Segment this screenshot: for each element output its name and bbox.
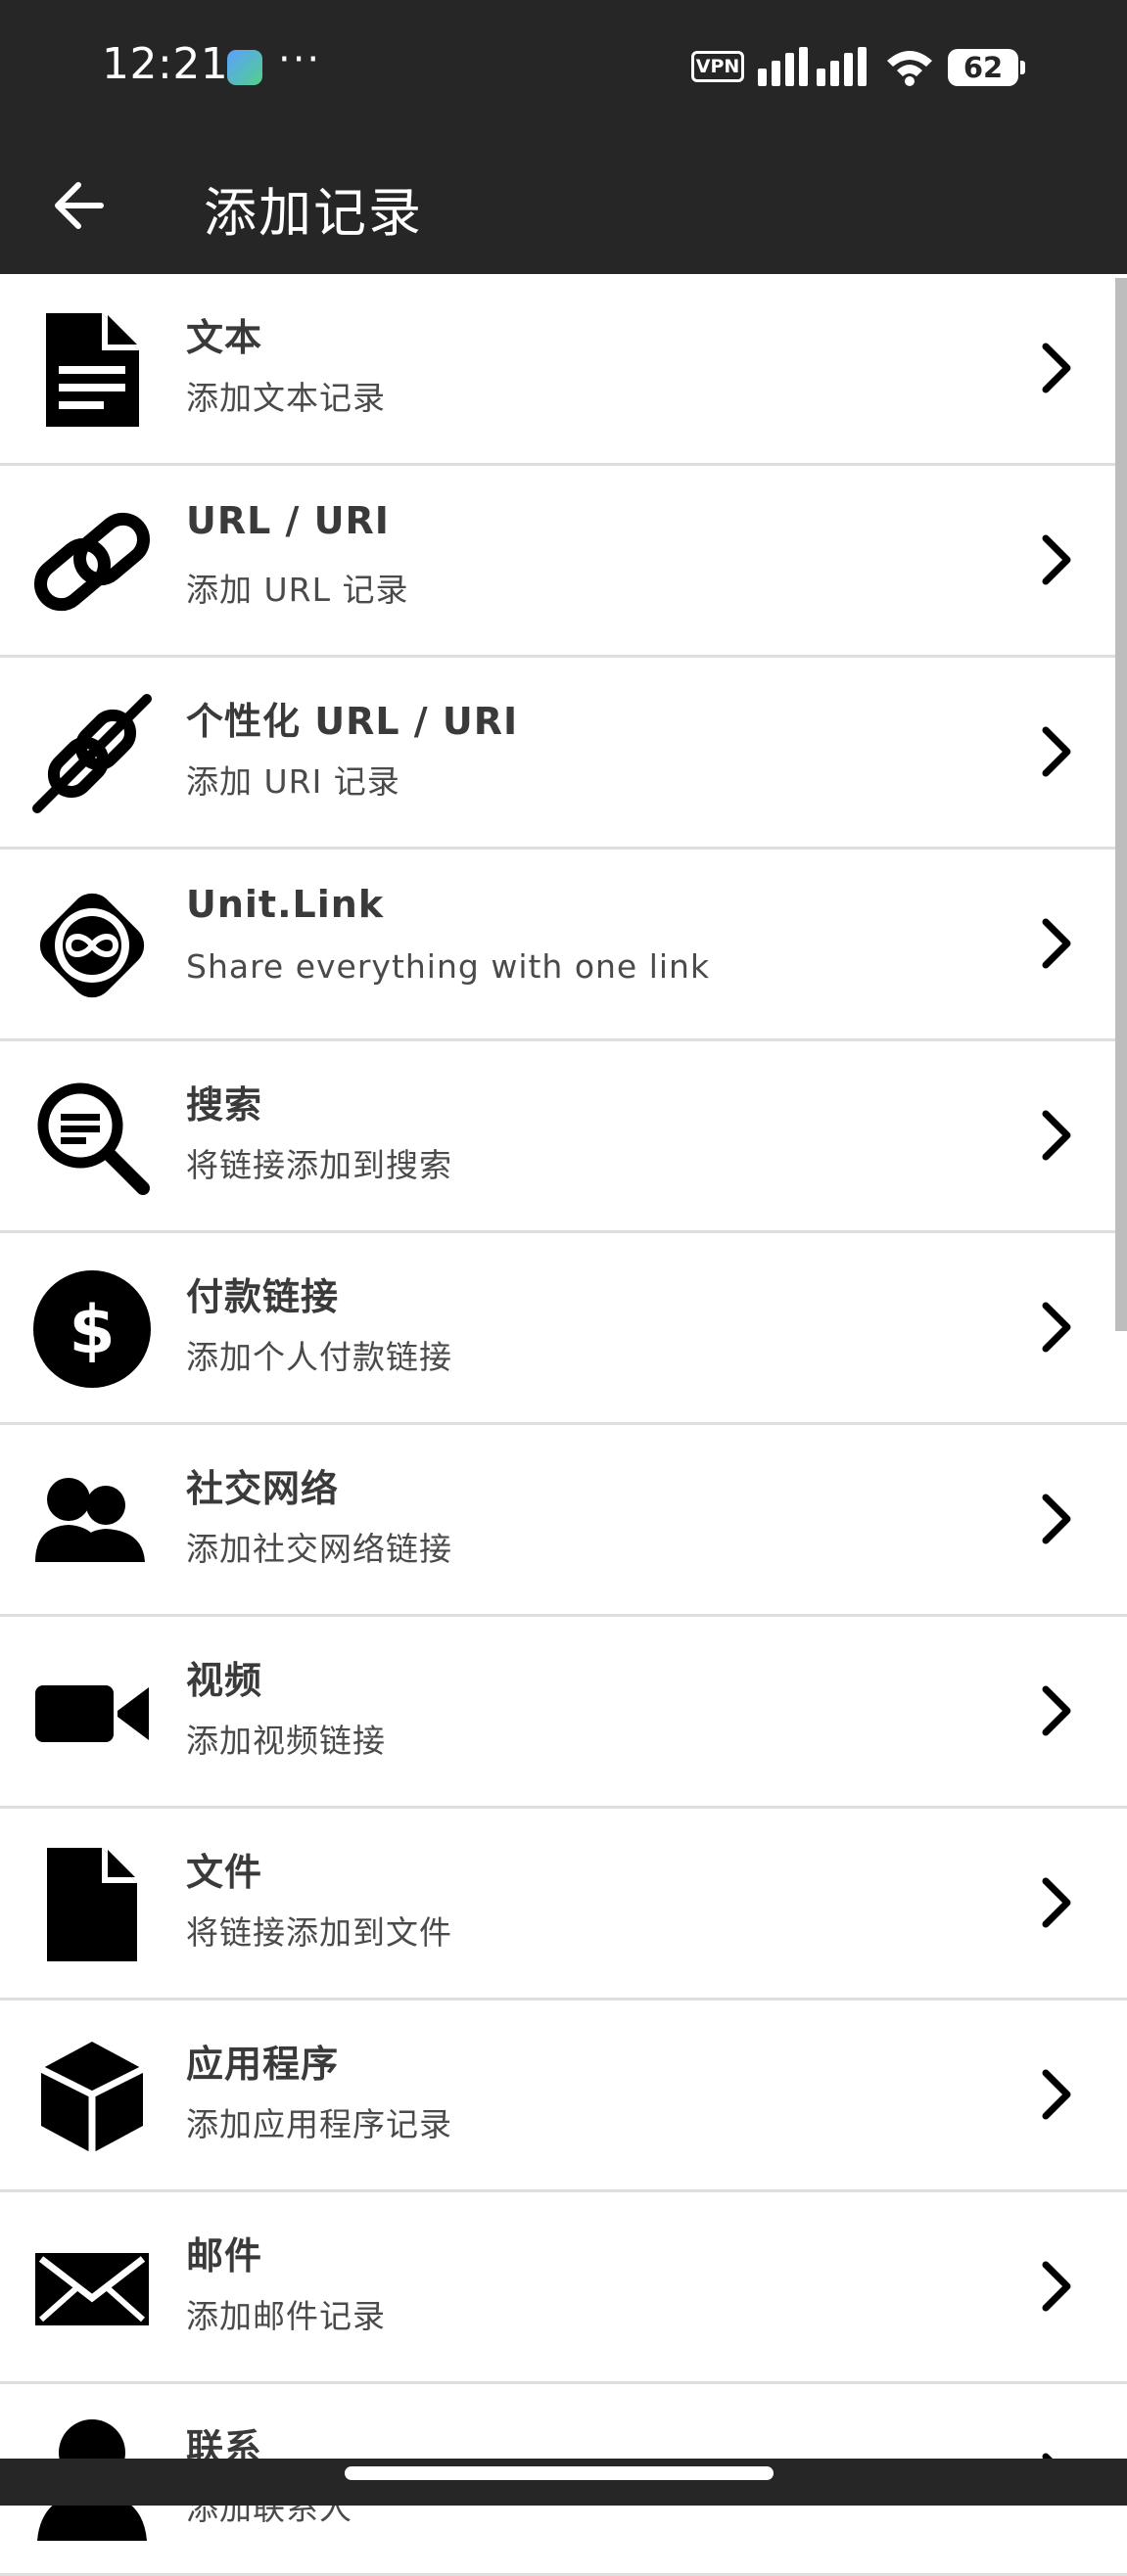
chevron-right-icon [1042,2069,1071,2120]
item-subtitle: 将链接添加到搜索 [186,1146,452,1184]
item-subtitle: 将链接添加到文件 [186,1913,452,1952]
item-title: 视频 [186,1659,263,1702]
people-icon [31,1460,153,1582]
item-title: 应用程序 [186,2043,340,2086]
item-subtitle: Share everything with one link [186,947,711,986]
dollar-icon: $ [31,1268,153,1390]
scrollbar[interactable] [1115,278,1127,1331]
list-item-email[interactable]: 邮件 添加邮件记录 [0,2192,1127,2384]
item-subtitle: 添加 URI 记录 [186,762,400,801]
item-subtitle: 添加文本记录 [186,379,386,417]
list-item-payment-link[interactable]: $ 付款链接 添加个人付款链接 [0,1233,1127,1425]
item-title: 社交网络 [186,1467,340,1510]
item-title: 搜索 [186,1083,263,1127]
more-notifications-indicator: ··· [278,37,322,82]
item-title: 邮件 [186,2234,263,2277]
file-icon [31,1844,153,1965]
app-notification-icon [227,50,262,85]
item-title: Unit.Link [186,883,385,926]
svg-text:$: $ [69,1292,115,1369]
list-item-search[interactable]: 搜索 将链接添加到搜索 [0,1041,1127,1233]
list-item-social-network[interactable]: 社交网络 添加社交网络链接 [0,1425,1127,1617]
item-subtitle: 添加邮件记录 [186,2297,386,2335]
list-item-application[interactable]: 应用程序 添加应用程序记录 [0,2001,1127,2192]
list-item-text[interactable]: 文本 添加文本记录 [0,274,1127,466]
item-subtitle: 添加社交网络链接 [186,1530,452,1568]
list-item-video[interactable]: 视频 添加视频链接 [0,1617,1127,1809]
infinity-badge-icon [31,885,153,1006]
chevron-right-icon [1042,1877,1071,1928]
item-subtitle: 添加应用程序记录 [186,2105,452,2143]
vpn-icon: VPN [691,51,744,82]
signal-strength-icon [758,47,867,86]
list-item-file[interactable]: 文件 将链接添加到文件 [0,1809,1127,2001]
chevron-right-icon [1042,918,1071,969]
video-camera-icon [31,1652,153,1773]
status-time: 12:21 [102,39,229,89]
wifi-icon [887,51,932,86]
battery-icon: 62 [948,49,1025,86]
chevron-right-icon [1042,534,1071,585]
item-title: 文本 [186,316,263,359]
link-icon [31,501,153,622]
item-subtitle: 添加个人付款链接 [186,1338,452,1376]
chevron-right-icon [1042,1494,1071,1544]
item-subtitle: 添加视频链接 [186,1722,386,1760]
chevron-right-icon [1042,1685,1071,1736]
item-subtitle: 添加 URL 记录 [186,571,409,609]
record-type-list: 文本 添加文本记录 URL / URI 添加 URL 记录 个性化 URL / … [0,274,1127,2576]
chevron-right-icon [1042,1110,1071,1161]
item-title: 付款链接 [186,1275,340,1318]
status-bar: 12:21 ··· VPN 62 [0,0,1127,137]
back-button[interactable] [39,166,117,245]
chevron-right-icon [1042,2261,1071,2312]
home-gesture-handle[interactable] [345,2466,774,2480]
list-item-custom-url-uri[interactable]: 个性化 URL / URI 添加 URI 记录 [0,658,1127,850]
custom-link-icon [31,693,153,814]
search-icon [31,1077,153,1198]
chevron-right-icon [1042,343,1071,393]
list-item-url-uri[interactable]: URL / URI 添加 URL 记录 [0,466,1127,658]
item-title: 文件 [186,1851,263,1894]
page-title: 添加记录 [204,182,423,244]
arrow-back-icon [55,182,104,229]
document-icon [31,309,153,431]
item-title: 个性化 URL / URI [186,700,519,743]
cube-icon [31,2036,153,2157]
chevron-right-icon [1042,726,1071,777]
envelope-icon [31,2228,153,2349]
list-item-unit-link[interactable]: Unit.Link Share everything with one link [0,850,1127,1041]
item-title: URL / URI [186,499,390,542]
chevron-right-icon [1042,1302,1071,1353]
app-bar: 添加记录 [0,137,1127,274]
